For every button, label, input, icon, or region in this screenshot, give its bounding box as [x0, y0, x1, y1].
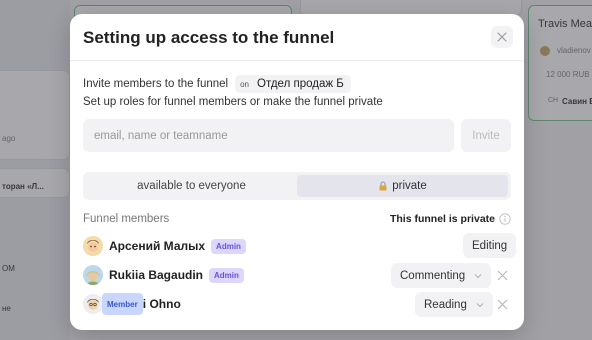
modal-title: Setting up access to the funnel: [83, 28, 335, 47]
access-modal: Setting up access to the funnel Invite m…: [70, 14, 524, 330]
lock-icon: [379, 181, 387, 191]
avatar-icon: [83, 294, 103, 314]
private-status: This funnel is private: [389, 213, 495, 225]
member-role-value: Commenting: [400, 269, 466, 282]
role-badge: Member: [102, 293, 143, 315]
avatar-icon: [83, 265, 103, 285]
avatar: [83, 294, 103, 314]
chevron-down-icon: [476, 302, 484, 307]
member-row: Taiichi Ohno Member: [83, 293, 181, 315]
roles-description: Set up roles for funnel members or make …: [83, 96, 383, 108]
close-button[interactable]: [491, 26, 513, 48]
member-name: Арсений Малых: [109, 239, 206, 253]
avatar-icon: [83, 236, 103, 256]
member-search-input[interactable]: [83, 119, 454, 152]
remove-member-icon[interactable]: [497, 299, 508, 310]
member-role-select[interactable]: Editing: [463, 233, 517, 258]
role-badge: Admin: [209, 267, 244, 283]
avatar: [83, 236, 103, 256]
member-row: Арсений Малых Admin: [83, 235, 246, 257]
info-icon[interactable]: [499, 213, 511, 225]
chevron-down-icon: [474, 273, 482, 278]
funnel-chip: on Отдел продаж Б: [235, 75, 351, 93]
member-row: Rukiia Bagaudin Admin: [83, 264, 244, 286]
visibility-option-label: private: [392, 180, 427, 192]
header-divider: [70, 60, 524, 61]
member-role-value: Editing: [472, 239, 508, 252]
invite-line: Invite members to the funnel on Отдел пр…: [83, 75, 351, 93]
member-name: Rukiia Bagaudin: [109, 268, 204, 282]
member-role-select[interactable]: Reading: [415, 292, 493, 317]
visibility-option-label: available to everyone: [137, 180, 246, 192]
avatar: [83, 265, 103, 285]
invite-button[interactable]: Invite: [461, 119, 511, 152]
close-icon: [497, 32, 507, 42]
visibility-toggle: available to everyone private: [83, 172, 511, 200]
members-heading: Funnel members: [83, 213, 170, 225]
remove-member-icon[interactable]: [497, 270, 508, 281]
member-role-select[interactable]: Commenting: [391, 263, 492, 288]
invite-text: Invite members to the funnel: [83, 78, 229, 90]
funnel-name: Отдел продаж Б: [257, 78, 344, 90]
visibility-option-private[interactable]: private: [297, 175, 508, 197]
member-role-value: Reading: [424, 298, 467, 311]
role-badge: Admin: [211, 238, 246, 254]
funnel-chip-prefix: on: [240, 79, 250, 89]
visibility-option-everyone[interactable]: available to everyone: [86, 175, 297, 197]
